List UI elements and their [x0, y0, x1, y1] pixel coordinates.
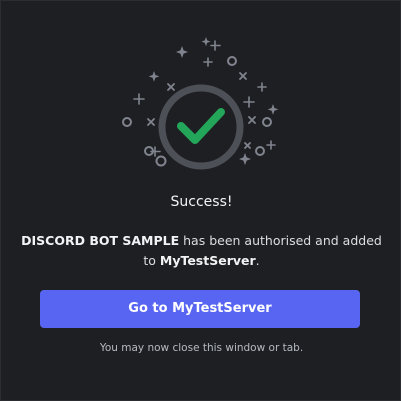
- server-name: MyTestServer: [159, 253, 256, 268]
- close-window-hint: You may now close this window or tab.: [99, 342, 304, 354]
- success-title: Success!: [170, 194, 233, 210]
- plus-icon: [133, 40, 276, 157]
- success-illustration: [122, 37, 279, 170]
- authorization-panel: Success! DISCORD BOT SAMPLE has been aut…: [0, 0, 401, 401]
- ring-icon: [122, 56, 272, 167]
- authorization-message: DISCORD BOT SAMPLE has been authorised a…: [21, 231, 382, 271]
- message-end: .: [255, 253, 260, 268]
- app-name: DISCORD BOT SAMPLE: [21, 233, 180, 248]
- check-circle-icon: [158, 84, 244, 170]
- go-to-server-button[interactable]: Go to MyTestServer: [40, 290, 360, 328]
